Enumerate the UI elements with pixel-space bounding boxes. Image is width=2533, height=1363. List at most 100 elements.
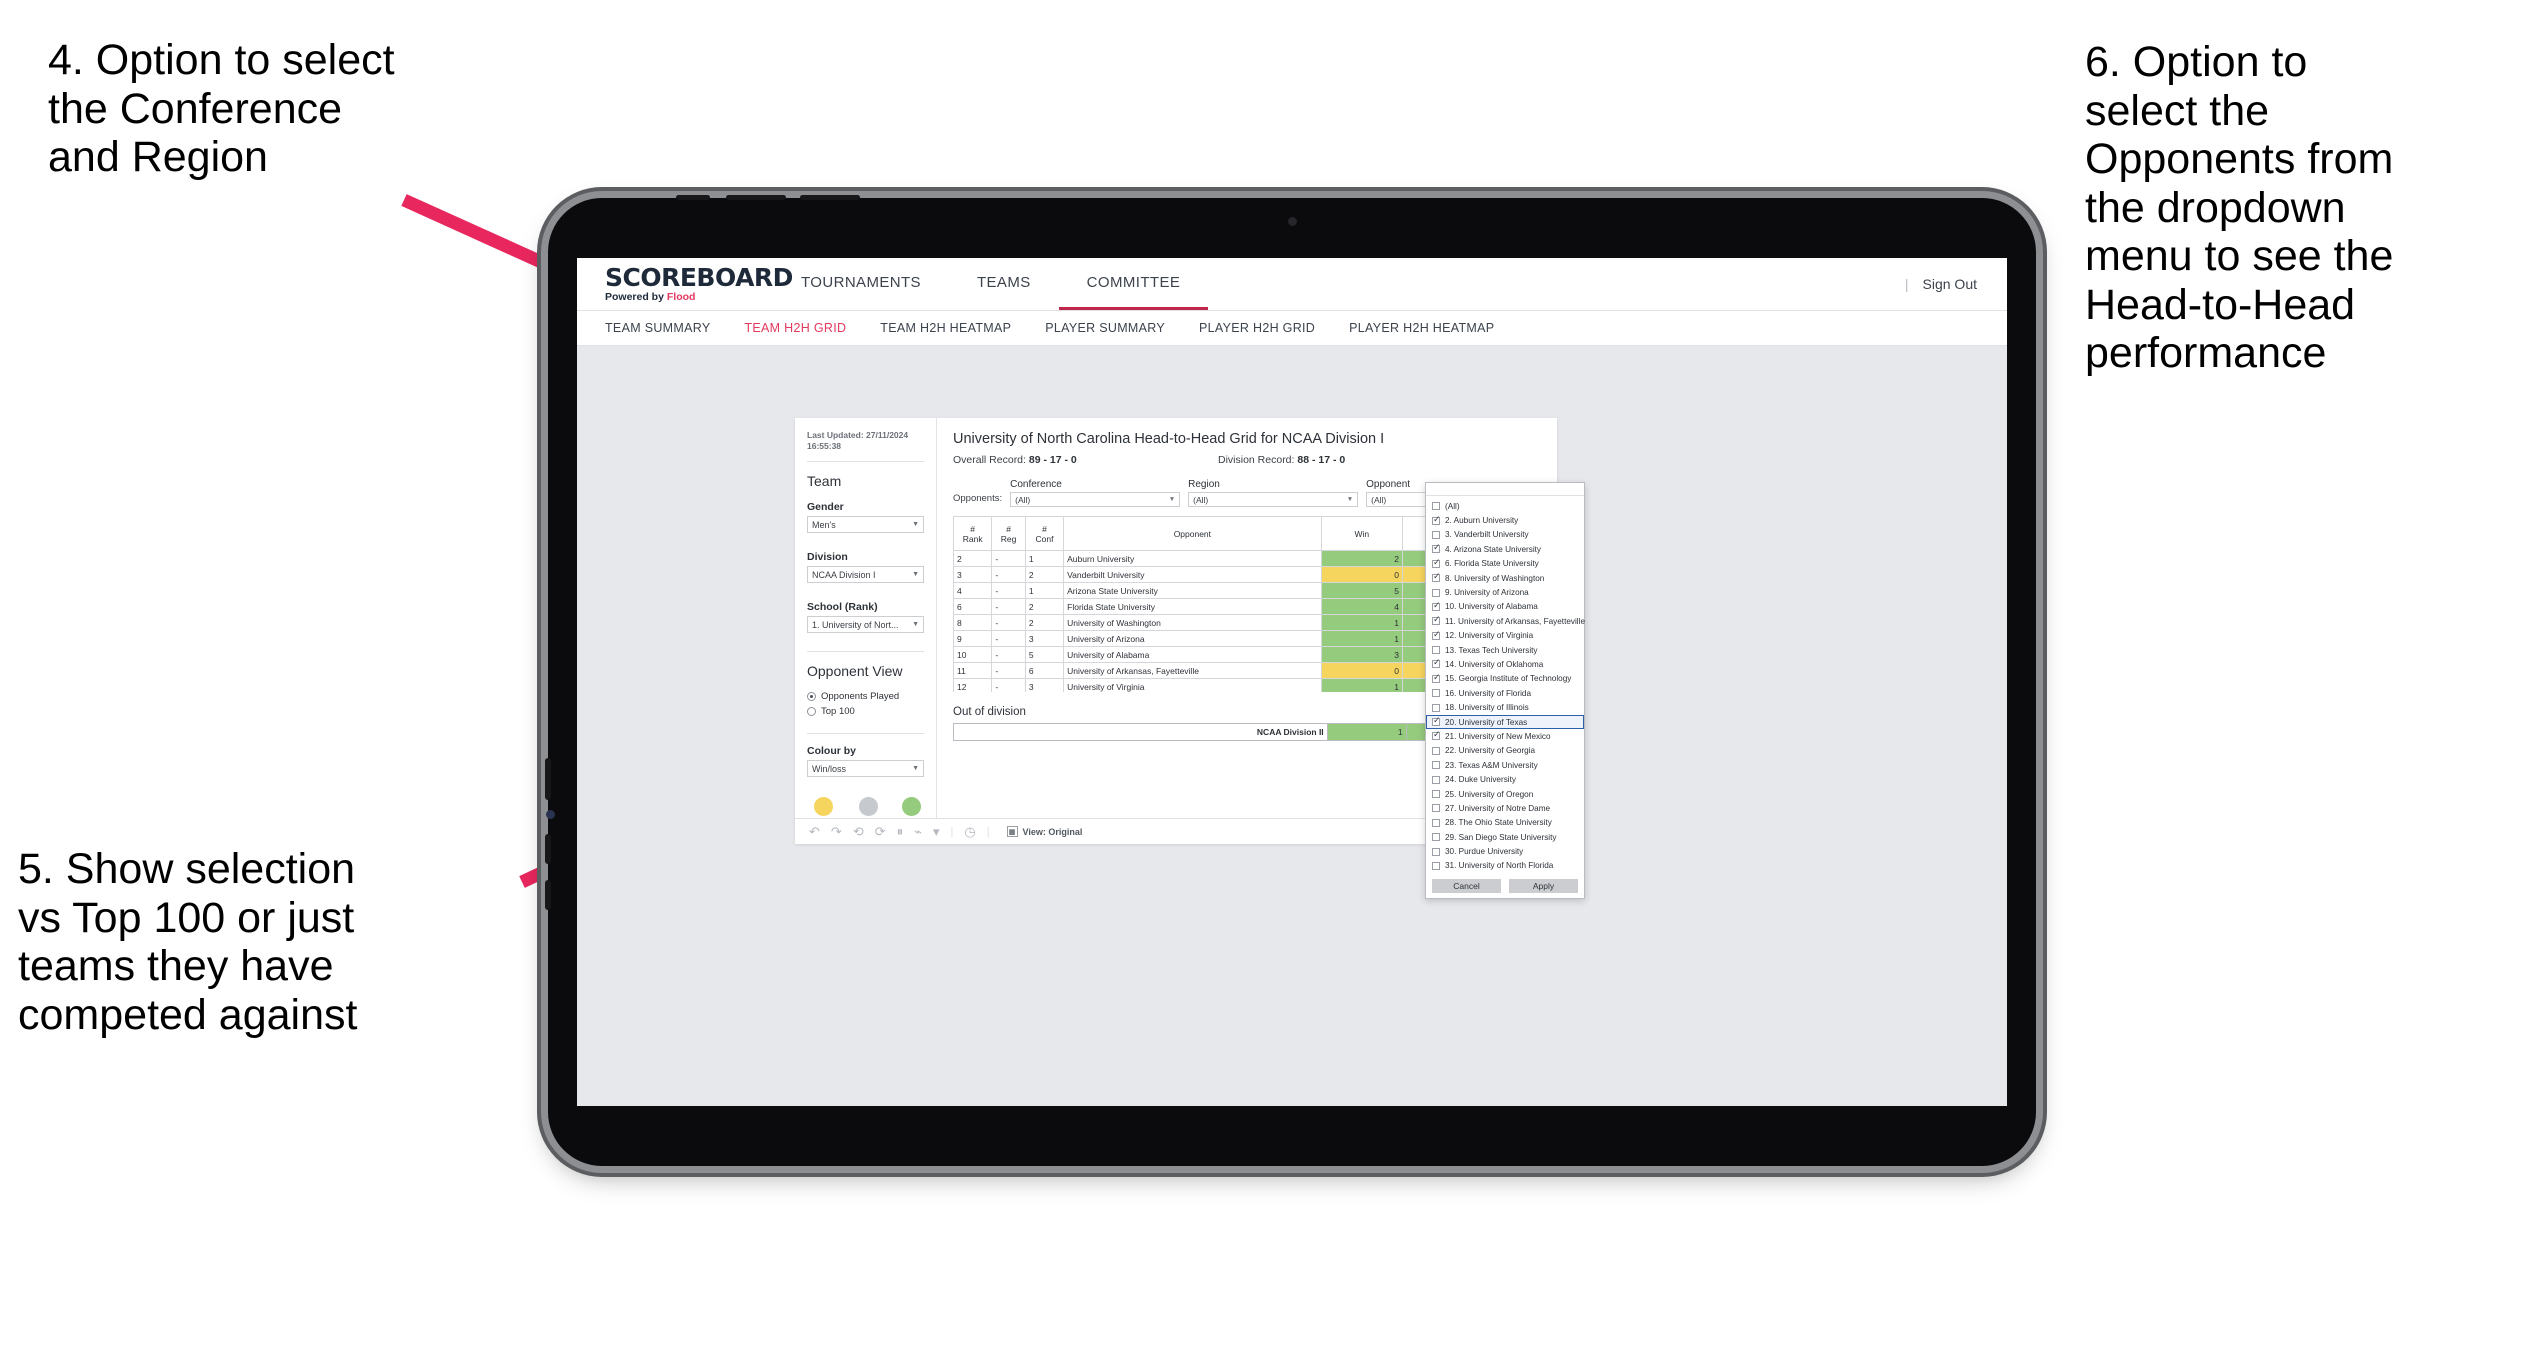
cell-win: 5 <box>1320 582 1404 599</box>
opponent-dropdown-item-label: 13. Texas Tech University <box>1445 645 1538 655</box>
radio-opponents-played[interactable]: Opponents Played <box>807 691 924 702</box>
subnav-player-summary[interactable]: PLAYER SUMMARY <box>1045 321 1165 335</box>
annotation-conference-region: 4. Option to select the Conference and R… <box>48 36 395 182</box>
checkbox-icon[interactable] <box>1432 588 1440 597</box>
opponent-dropdown-item[interactable]: 8. University of Washington <box>1426 571 1584 585</box>
opponent-dropdown-item[interactable]: (All) <box>1426 499 1584 513</box>
opponent-dropdown-item-label: 22. University of Georgia <box>1445 746 1536 756</box>
checkbox-icon[interactable] <box>1432 730 1441 741</box>
last-updated-time: 16:55:38 <box>807 441 842 452</box>
sign-out-link[interactable]: Sign Out <box>1923 276 1977 292</box>
cancel-button[interactable]: Cancel <box>1432 879 1501 894</box>
subnav-team-h2h-heatmap[interactable]: TEAM H2H HEATMAP <box>880 321 1011 335</box>
opponent-dropdown-item[interactable]: 31. University of North Florida <box>1426 859 1584 873</box>
checkbox-icon[interactable] <box>1432 572 1441 583</box>
col-rank[interactable]: # Rank <box>953 516 993 551</box>
school-select[interactable]: 1. University of Nort... ▼ <box>807 616 924 634</box>
chevron-down-icon[interactable]: ▾ <box>933 825 940 838</box>
opponent-dropdown-item[interactable]: 20. University of Texas <box>1426 714 1584 730</box>
checkbox-icon[interactable] <box>1432 689 1440 698</box>
opponent-dropdown-item[interactable]: 28. The Ohio State University <box>1426 816 1584 830</box>
checkbox-icon[interactable] <box>1432 847 1440 856</box>
checkbox-icon[interactable] <box>1432 746 1440 755</box>
col-reg[interactable]: # Reg <box>991 516 1026 551</box>
opponent-dropdown-item[interactable]: 15. Georgia Institute of Technology <box>1426 672 1584 686</box>
colour-by-select[interactable]: Win/loss ▼ <box>807 760 924 778</box>
checkbox-icon[interactable] <box>1432 558 1441 568</box>
panel-divider-2 <box>807 651 924 653</box>
refresh-icon[interactable]: ⟳ <box>875 825 886 838</box>
opponent-dropdown-item[interactable]: 21. University of New Mexico <box>1426 729 1584 743</box>
opponent-dropdown-item[interactable]: 13. Texas Tech University <box>1426 643 1584 657</box>
checkbox-icon[interactable] <box>1432 775 1440 784</box>
scoreboard-logo[interactable]: SCOREBOARD Powered by Flood <box>605 265 793 303</box>
opponent-dropdown-search[interactable] <box>1426 483 1584 496</box>
opponent-dropdown-popup[interactable]: (All) 2. Auburn University 3. Vanderbilt U… <box>1425 482 1585 900</box>
opponent-dropdown-item[interactable]: 23. Texas A&M University <box>1426 758 1584 772</box>
apply-button[interactable]: Apply <box>1509 879 1578 894</box>
opponent-dropdown-item[interactable]: 16. University of Florida <box>1426 686 1584 700</box>
checkbox-icon[interactable] <box>1432 790 1440 798</box>
opponent-dropdown-item[interactable]: 11. University of Arkansas, Fayetteville <box>1426 614 1585 628</box>
opponent-dropdown-item[interactable]: 12. University of Virginia <box>1426 629 1584 643</box>
checkbox-icon[interactable] <box>1432 601 1441 611</box>
opponent-dropdown-item[interactable]: 6. Florida State University <box>1426 557 1584 571</box>
checkbox-icon[interactable] <box>1432 673 1441 683</box>
redo-icon[interactable]: ↷ <box>831 825 842 838</box>
opponent-dropdown-item[interactable]: 4. Arizona State University <box>1426 542 1584 556</box>
col-win[interactable]: Win <box>1320 516 1404 551</box>
opponent-dropdown-item[interactable]: 29. San Diego State University <box>1426 830 1584 844</box>
school-value: 1. University of Nort... <box>812 619 899 630</box>
opponent-dropdown-item[interactable]: 30. Purdue University <box>1426 844 1584 858</box>
opponent-dropdown-item[interactable]: 3. Vanderbilt University <box>1426 528 1584 542</box>
col-conf[interactable]: # Conf <box>1024 516 1065 551</box>
opponent-dropdown-item[interactable]: 24. Duke University <box>1426 772 1584 786</box>
subnav-player-h2h-grid[interactable]: PLAYER H2H GRID <box>1199 321 1315 335</box>
opponent-dropdown-item[interactable]: 9. University of Arizona <box>1426 585 1584 599</box>
gender-select[interactable]: Men's ▼ <box>807 516 924 534</box>
opponent-dropdown-item[interactable]: 27. University of Notre Dame <box>1426 801 1584 815</box>
checkbox-icon[interactable] <box>1432 703 1440 712</box>
checkbox-icon[interactable] <box>1432 543 1441 554</box>
revert-icon[interactable]: ⟲ <box>853 825 864 838</box>
opponent-dropdown-item[interactable]: 22. University of Georgia <box>1426 744 1584 758</box>
nav-committee[interactable]: COMMITTEE <box>1058 258 1209 310</box>
view-original-button[interactable]: ▦ View: Original <box>1006 826 1082 837</box>
opponent-dropdown-item[interactable]: 18. University of Illinois <box>1426 700 1584 714</box>
checkbox-icon[interactable] <box>1432 716 1441 727</box>
checkbox-icon[interactable] <box>1432 861 1440 870</box>
radio-top-100[interactable]: Top 100 <box>807 706 924 717</box>
pause-icon[interactable]: ⏸ <box>897 825 904 838</box>
nav-teams[interactable]: TEAMS <box>949 258 1059 310</box>
nav-tournaments[interactable]: TOURNAMENTS <box>773 258 949 310</box>
checkbox-icon[interactable] <box>1432 502 1440 511</box>
checkbox-icon[interactable] <box>1432 761 1440 770</box>
region-filter-select[interactable]: (All) ▼ <box>1188 492 1359 507</box>
checkbox-icon[interactable] <box>1432 804 1440 813</box>
undo-icon[interactable]: ↶ <box>809 825 820 838</box>
checkbox-icon[interactable] <box>1432 833 1440 842</box>
opponent-dropdown-item[interactable]: 2. Auburn University <box>1426 513 1584 527</box>
annotation-opponent-view: 5. Show selection vs Top 100 or just tea… <box>18 845 358 1039</box>
opponent-dropdown-item[interactable]: 25. University of Oregon <box>1426 787 1584 801</box>
checkbox-icon[interactable] <box>1432 515 1441 525</box>
annotation-opponent-dropdown: 6. Option to select the Opponents from t… <box>2085 38 2394 378</box>
toolbar-separator-1: | <box>950 825 954 838</box>
conference-filter-select[interactable]: (All) ▼ <box>1010 492 1181 507</box>
checkbox-icon[interactable] <box>1432 658 1441 669</box>
history-icon[interactable]: ◷ <box>964 825 975 838</box>
checkbox-icon[interactable] <box>1432 818 1440 827</box>
subnav-player-h2h-heatmap[interactable]: PLAYER H2H HEATMAP <box>1349 321 1494 335</box>
opponent-dropdown-item[interactable]: 14. University of Oklahoma <box>1426 657 1584 671</box>
checkbox-icon[interactable] <box>1432 630 1441 640</box>
opponent-dropdown-item[interactable]: 10. University of Alabama <box>1426 600 1584 614</box>
legend-up-swatch <box>902 797 922 817</box>
col-opponent[interactable]: Opponent <box>1063 516 1322 551</box>
checkbox-icon[interactable] <box>1432 530 1440 539</box>
subnav-team-h2h-grid[interactable]: TEAM H2H GRID <box>744 321 846 335</box>
share-icon[interactable]: ⌁ <box>914 825 922 838</box>
division-select[interactable]: NCAA Division I ▼ <box>807 566 924 584</box>
subnav-team-summary[interactable]: TEAM SUMMARY <box>605 321 710 335</box>
checkbox-icon[interactable] <box>1432 646 1440 655</box>
checkbox-icon[interactable] <box>1432 615 1441 626</box>
